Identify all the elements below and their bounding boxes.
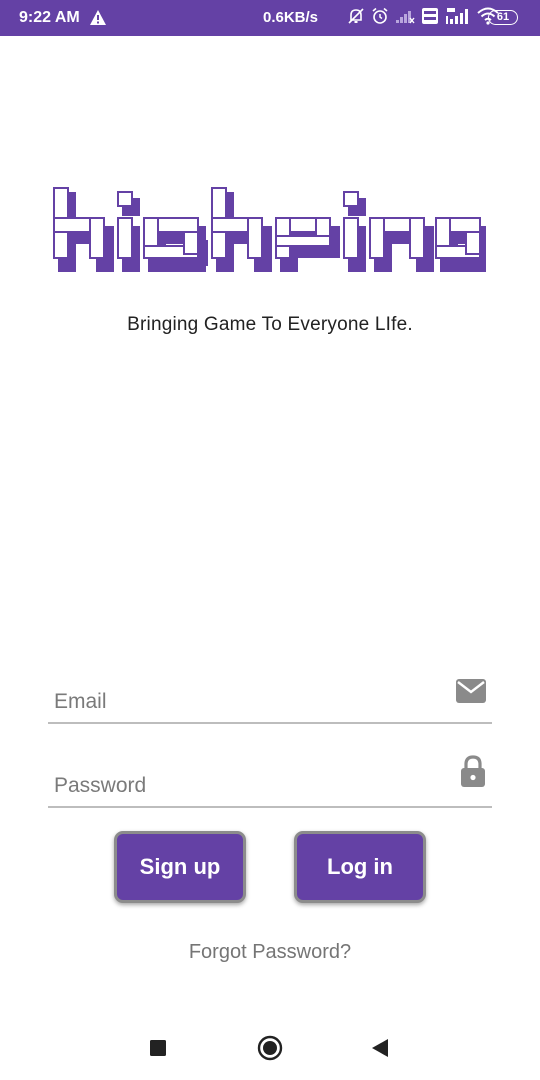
- warning-icon: [89, 9, 107, 31]
- forgot-password-link[interactable]: Forgot Password?: [0, 941, 540, 964]
- back-triangle-icon[interactable]: [371, 1038, 389, 1063]
- volte-icon: [421, 7, 439, 30]
- password-field-container: [48, 746, 492, 808]
- email-field-container: [48, 662, 492, 724]
- password-field[interactable]: [54, 774, 434, 798]
- tagline: Bringing Game To Everyone LIfe.: [127, 314, 413, 335]
- login-button[interactable]: Log in: [294, 831, 426, 903]
- signal-4g-icon: [445, 7, 471, 30]
- highping-logo: [53, 187, 486, 272]
- signal-weak-icon: [395, 8, 415, 29]
- recents-square-icon[interactable]: [149, 1039, 167, 1062]
- notifications-off-icon: [347, 7, 365, 30]
- status-bar: 9:22 AM 0.6KB/s 61: [0, 0, 540, 36]
- navigation-bar: [0, 1020, 540, 1080]
- battery-level: 61: [496, 11, 510, 23]
- lock-icon: [460, 755, 486, 792]
- email-field[interactable]: [54, 690, 434, 714]
- home-circle-icon[interactable]: [257, 1035, 283, 1066]
- signup-button[interactable]: Sign up: [114, 831, 246, 903]
- status-icons: [347, 7, 499, 29]
- battery-icon: 61: [488, 10, 518, 25]
- status-time: 9:22 AM: [19, 9, 80, 26]
- network-speed: 0.6KB/s: [263, 9, 319, 26]
- envelope-icon: [456, 679, 486, 708]
- alarm-icon: [371, 7, 389, 30]
